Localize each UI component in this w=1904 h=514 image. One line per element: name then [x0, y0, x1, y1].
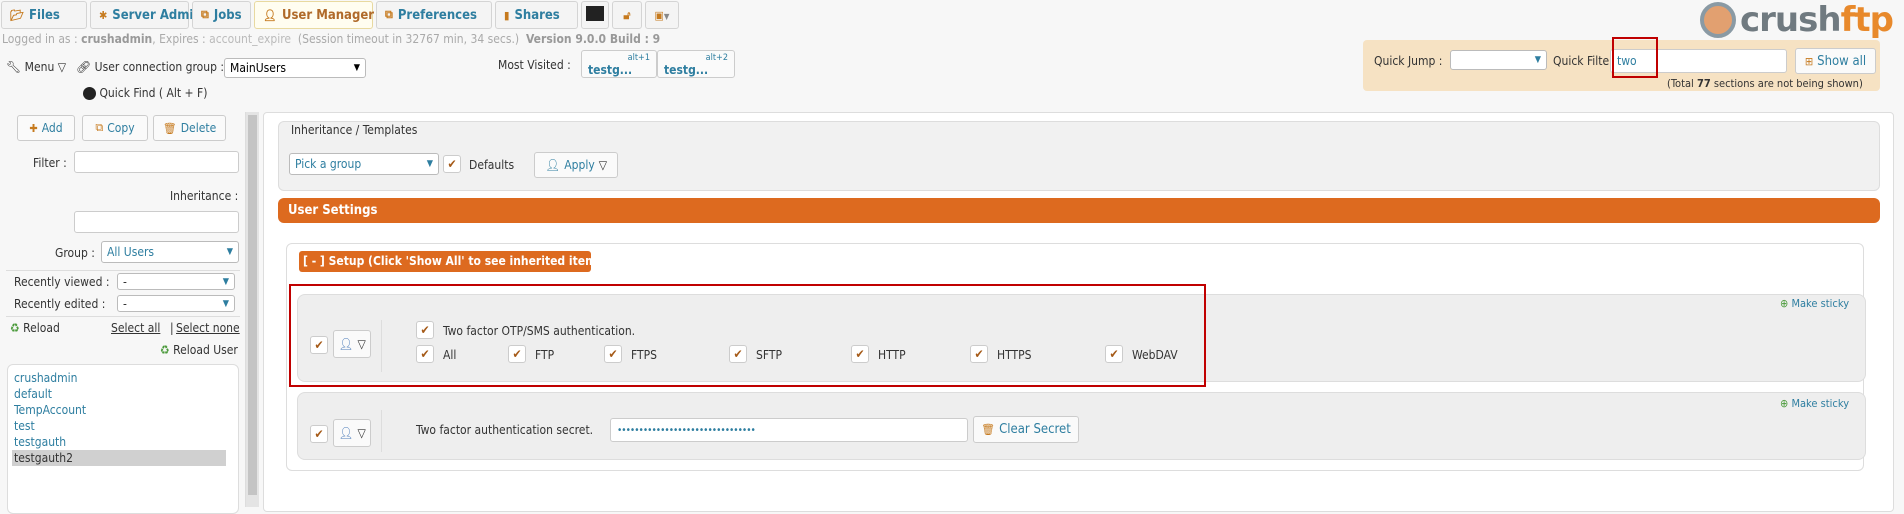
trash-icon: 🗑︎ [162, 121, 177, 135]
select-none-link[interactable]: Select none [176, 321, 240, 335]
user-list-item[interactable]: TempAccount [12, 402, 226, 418]
copy-user-button[interactable]: ⧉ Copy [82, 115, 148, 141]
tab-preferences[interactable]: ⧉ Preferences [376, 1, 492, 29]
clear-secret-button[interactable]: 🗑︎ Clear Secret [973, 416, 1079, 443]
recently-viewed-select[interactable]: - ▼ [117, 273, 235, 290]
user-icon: 👤︎ [338, 426, 354, 440]
row-user-menu[interactable]: 👤︎ ▽ [333, 419, 371, 447]
user-icon: 👤︎ [263, 8, 277, 22]
make-sticky-link[interactable]: ⊕ Make sticky [1780, 297, 1849, 310]
defaults-checkbox[interactable]: ✔ [443, 155, 461, 173]
sidebar-scrollbar[interactable] [246, 112, 259, 507]
user-filter-input[interactable] [74, 151, 239, 173]
make-sticky-link[interactable]: ⊕ Make sticky [1780, 397, 1849, 410]
lock-button[interactable]: 🔓︎ [612, 1, 642, 29]
copy-icon: ⧉ [95, 121, 104, 134]
pin-icon: ⊕ [1780, 297, 1789, 310]
separator: | [170, 321, 174, 335]
pin-icon: ⊕ [1780, 397, 1789, 410]
search-icon [83, 87, 96, 100]
folder-icon: 📂︎ [10, 8, 24, 22]
highlight-box [289, 284, 1206, 387]
most-visited-2[interactable]: alt+2 testg... [657, 50, 735, 78]
group-select[interactable]: All Users ▼ [101, 241, 239, 263]
pick-group-select[interactable]: Pick a group ▼ [289, 153, 439, 175]
show-all-button[interactable]: ⊞ Show all [1795, 48, 1876, 74]
inheritance-box [278, 121, 1880, 191]
tab-files[interactable]: 📂︎ Files [1, 1, 87, 29]
link-icon: 🔗︎ [76, 60, 92, 74]
tab-jobs[interactable]: ⧉ Jobs [192, 1, 251, 29]
session-status: Logged in as : crushadmin, Expires : acc… [2, 32, 661, 46]
group-label: Group : [55, 246, 95, 260]
expand-icon: ⊞ [1804, 54, 1814, 68]
secret-input[interactable]: •••••••••••••••••••••••••••••••• [610, 418, 968, 442]
reload-user-button[interactable]: ♻︎ Reload User [160, 343, 238, 357]
quick-jump-select[interactable]: ▼ [1450, 50, 1547, 70]
preferences-icon: ⧉ [385, 8, 393, 21]
user-connection-group-select[interactable]: MainUsers ▼ [224, 58, 366, 78]
quick-filter-label: Quick Filter [1553, 54, 1614, 68]
most-visited-1[interactable]: alt+1 testg... [581, 50, 657, 78]
user-icon: 👤︎ [544, 158, 561, 172]
lock-icon: 🔓︎ [623, 8, 631, 22]
recently-viewed-label: Recently viewed : [14, 275, 110, 289]
defaults-label: Defaults [469, 158, 515, 172]
inheritance-input[interactable] [74, 211, 239, 233]
wrench-icon: 🔧︎ [6, 60, 22, 74]
quick-jump-label: Quick Jump : [1374, 54, 1443, 68]
terminal-icon [586, 5, 604, 25]
inheritance-label: Inheritance : [170, 189, 239, 203]
quick-find-button[interactable]: Quick Find ( Alt + F) [83, 86, 207, 100]
gear-icon: ✱ [99, 8, 108, 22]
tab-shares[interactable]: ▮ Shares [495, 1, 578, 29]
user-list-item[interactable]: test [12, 418, 226, 434]
fist-logo-icon [1700, 2, 1736, 38]
apply-button[interactable]: 👤︎ Apply ▽ [534, 152, 618, 178]
terminal-button[interactable] [581, 1, 609, 29]
image-menu-button[interactable]: ▣▼ [645, 1, 679, 29]
inheritance-title: Inheritance / Templates [291, 123, 418, 137]
plus-icon: ✚ [29, 121, 38, 135]
user-list-item[interactable]: testgauth [12, 434, 226, 450]
delete-user-button[interactable]: 🗑︎ Delete [153, 115, 226, 141]
select-all-link[interactable]: Select all [111, 321, 160, 335]
reload-button[interactable]: ♻︎ Reload [10, 321, 60, 335]
user-list-item[interactable]: crushadmin [12, 370, 226, 386]
secret-label: Two factor authentication secret. [416, 423, 594, 437]
recently-edited-select[interactable]: - ▼ [117, 295, 235, 312]
shares-icon: ▮ [504, 8, 510, 22]
trash-icon: 🗑︎ [981, 423, 996, 436]
tab-user-manager[interactable]: 👤︎ User Manager [254, 1, 374, 29]
user-list-item[interactable]: default [12, 386, 226, 402]
group-label: 🔗︎ User connection group : [76, 60, 225, 74]
tab-server-admin[interactable]: ✱ Server Admin [90, 1, 202, 29]
filter-highlight [1612, 37, 1658, 78]
user-list-item[interactable]: testgauth2 [12, 450, 226, 466]
hidden-sections-note: (Total 77 sections are not being shown) [1667, 77, 1863, 90]
row-enable-checkbox[interactable]: ✔ [310, 425, 328, 443]
menu-button[interactable]: 🔧︎ Menu ▽ [6, 60, 66, 74]
image-menu-icon: ▣▼ [654, 8, 670, 22]
add-user-button[interactable]: ✚ Add [17, 115, 75, 141]
user-settings-bar[interactable]: User Settings [278, 198, 1880, 223]
refresh-icon: ♻︎ [160, 343, 170, 357]
recently-edited-label: Recently edited : [14, 297, 106, 311]
crushftp-logo: crushftp [1700, 0, 1894, 40]
filter-label: Filter : [33, 156, 67, 170]
setup-toggle[interactable]: [ - ] Setup (Click 'Show All' to see inh… [299, 251, 612, 272]
refresh-icon: ♻︎ [10, 321, 20, 335]
most-visited-label: Most Visited : [498, 58, 571, 72]
jobs-icon: ⧉ [201, 8, 209, 21]
